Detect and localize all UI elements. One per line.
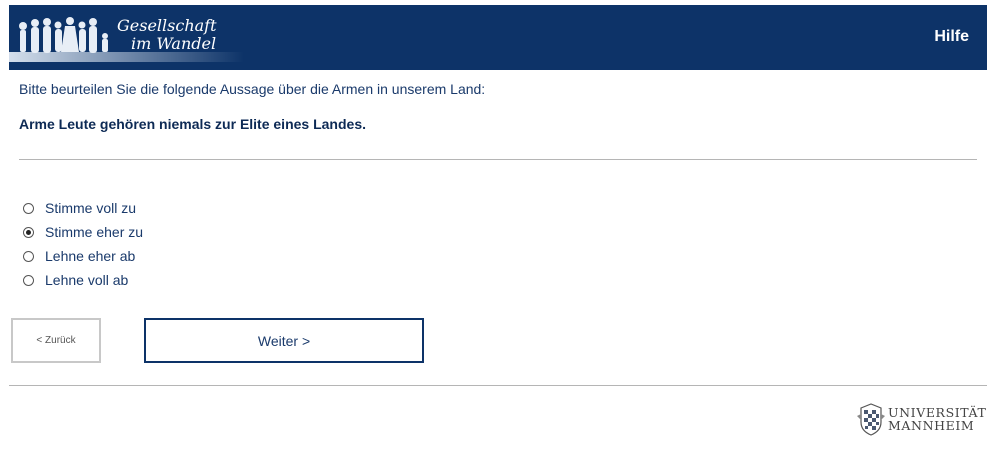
- option-stimme-voll-zu[interactable]: Stimme voll zu: [23, 196, 143, 220]
- help-link[interactable]: Hilfe: [934, 28, 969, 46]
- radio-button-checked[interactable]: [23, 226, 34, 238]
- footer-divider: [9, 385, 987, 386]
- option-label: Lehne eher ab: [45, 248, 136, 264]
- option-label: Stimme voll zu: [45, 200, 137, 216]
- radio-button[interactable]: [23, 202, 34, 214]
- university-line-2: MANNHEIM: [888, 418, 975, 433]
- option-stimme-eher-zu[interactable]: Stimme eher zu: [23, 220, 143, 244]
- university-mannheim-logo: UNIVERSITÄT MANNHEIM: [856, 402, 988, 436]
- back-button[interactable]: < Zurück: [11, 318, 101, 363]
- logo-line-1: Gesellschaft: [117, 16, 217, 35]
- crest-icon: [857, 403, 885, 436]
- divider: [19, 159, 977, 160]
- radio-button[interactable]: [23, 250, 34, 262]
- next-button[interactable]: Weiter >: [144, 318, 424, 363]
- option-lehne-voll-ab[interactable]: Lehne voll ab: [23, 268, 143, 292]
- option-label: Lehne voll ab: [45, 272, 129, 288]
- answer-options: Stimme voll zu Stimme eher zu Lehne eher…: [23, 196, 143, 292]
- gesellschaft-im-wandel-logo: Gesellschaft im Wandel: [9, 5, 249, 70]
- radio-button[interactable]: [23, 274, 34, 286]
- university-name: UNIVERSITÄT MANNHEIM: [888, 406, 986, 432]
- question-statement: Arme Leute gehören niemals zur Elite ein…: [19, 116, 366, 132]
- logo-text: Gesellschaft im Wandel: [117, 17, 217, 53]
- logo-line-2: im Wandel: [131, 34, 217, 53]
- option-label: Stimme eher zu: [45, 224, 144, 240]
- option-lehne-eher-ab[interactable]: Lehne eher ab: [23, 244, 143, 268]
- header-banner: Gesellschaft im Wandel Hilfe: [9, 5, 987, 70]
- question-intro: Bitte beurteilen Sie die folgende Aussag…: [19, 81, 486, 97]
